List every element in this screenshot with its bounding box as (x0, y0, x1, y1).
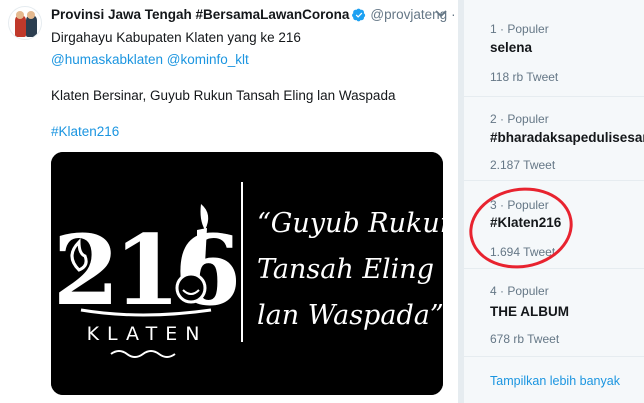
trend-rank: 2 · Populer (490, 112, 549, 126)
tweet-header: Provinsi Jawa Tengah #BersamaLawanCorona… (51, 7, 470, 22)
quote-line-1: “Guyub Rukun (257, 208, 443, 239)
trend-name[interactable]: selena (490, 40, 532, 55)
tweet-text-line: Dirgahayu Kabupaten Klaten yang ke 216 (51, 30, 301, 45)
trend-rank: 1 · Populer (490, 22, 549, 36)
quote-line-3: lan Waspada” (257, 300, 443, 331)
trends-panel: 1 · Populer selena 118 rb Tweet 2 · Popu… (464, 0, 644, 403)
tweet-mentions[interactable]: @humaskabklaten @kominfo_klt (51, 52, 249, 67)
show-more-link[interactable]: Tampilkan lebih banyak (490, 374, 620, 388)
avatar-head-right (27, 11, 35, 19)
tweet-hashtag[interactable]: #Klaten216 (51, 124, 119, 139)
trend-name[interactable]: THE ALBUM (490, 304, 569, 319)
trend-name[interactable]: #bharadaksapedulisesama (490, 130, 644, 145)
author-name[interactable]: Provinsi Jawa Tengah #BersamaLawanCorona (51, 7, 349, 22)
trend-item[interactable]: 2 · Populer #bharadaksapedulisesama 2.18… (464, 96, 644, 180)
trend-count: 678 rb Tweet (490, 332, 560, 346)
avatar-head-left (16, 11, 24, 19)
tweet-text-line: Klaten Bersinar, Guyub Rukun Tansah Elin… (51, 88, 396, 103)
separator-dot: · (451, 7, 456, 22)
trend-item[interactable]: 3 · Populer #Klaten216 1.694 Tweet (464, 180, 644, 268)
trend-rank: 3 · Populer (490, 198, 549, 212)
klaten-216-graphic: 216 KLATEN “Guyub Rukun Tansah Eling lan… (51, 152, 443, 395)
trend-rank: 4 · Populer (490, 284, 549, 298)
trend-item[interactable]: 4 · Populer THE ALBUM 678 rb Tweet (464, 268, 644, 356)
trend-count: 1.694 Tweet (490, 245, 556, 259)
trend-count: 2.187 Tweet (490, 158, 556, 172)
tweet: Provinsi Jawa Tengah #BersamaLawanCorona… (0, 0, 470, 403)
trend-name[interactable]: #Klaten216 (490, 215, 561, 230)
trend-count: 118 rb Tweet (490, 70, 559, 84)
tweet-media-image[interactable]: 216 KLATEN “Guyub Rukun Tansah Eling lan… (51, 152, 443, 395)
chevron-down-icon[interactable] (434, 6, 448, 20)
verified-badge-icon (352, 8, 366, 22)
trend-item[interactable]: 1 · Populer selena 118 rb Tweet (464, 0, 644, 84)
logo-name: KLATEN (87, 323, 208, 345)
avatar[interactable] (8, 6, 42, 40)
quote-line-2: Tansah Eling (257, 254, 434, 285)
trend-separator (464, 356, 644, 357)
